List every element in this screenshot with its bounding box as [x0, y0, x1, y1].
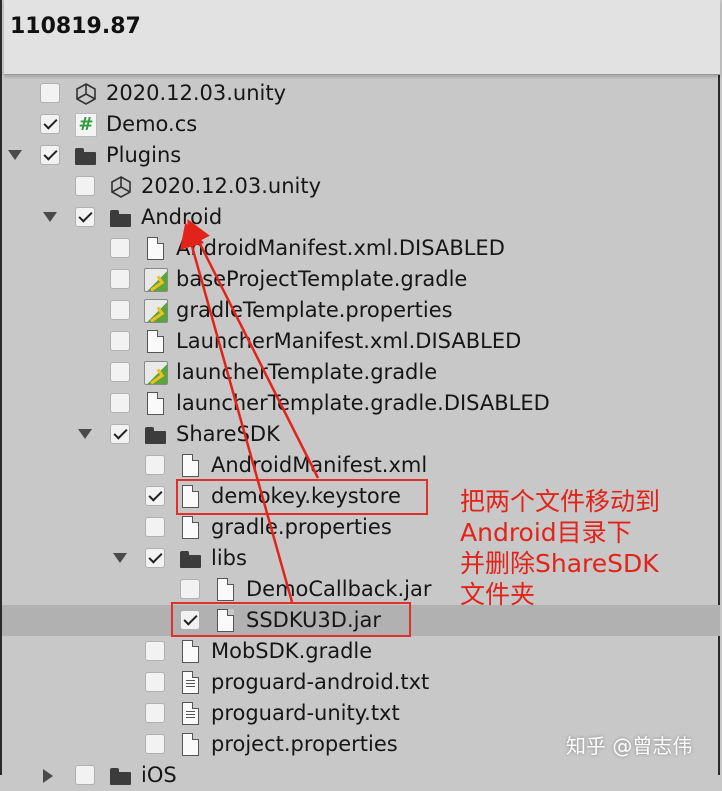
arrow-line-from-ssdku3d [180, 222, 294, 603]
annotation-line-3: 并删除ShareSDK [460, 549, 659, 578]
annotation-text: 把两个文件移动到 Android目录下 并删除ShareSDK 文件夹 [460, 486, 710, 610]
annotation-line-1: 把两个文件移动到 [460, 487, 661, 516]
arrow-line-from-demokey [187, 219, 320, 479]
annotation-arrows [180, 219, 320, 603]
watermark: 知乎 @曾志伟 [566, 734, 693, 758]
annotation-line-4: 文件夹 [460, 580, 536, 609]
annotation-line-2: Android目录下 [460, 518, 632, 547]
